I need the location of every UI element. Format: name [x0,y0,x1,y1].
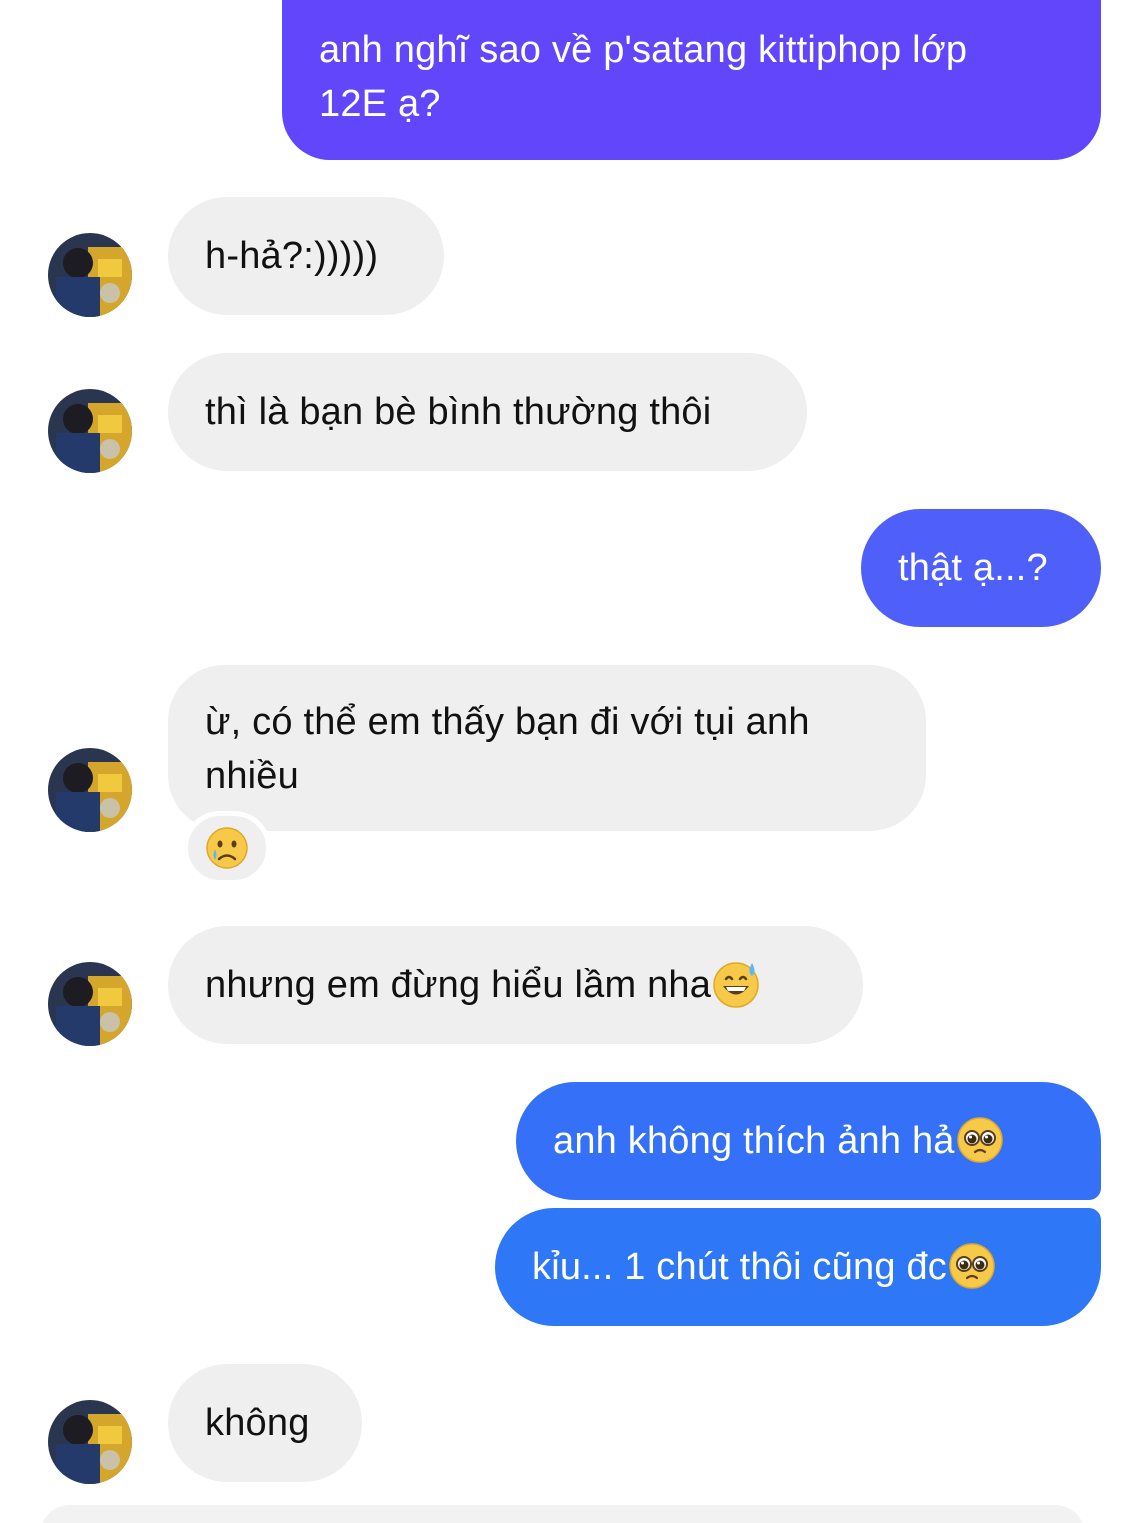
avatar[interactable] [48,233,132,317]
message-text: thật ạ...? [898,547,1048,589]
avatar-photo-icon [48,233,132,317]
message-text: nhưng em đừng hiểu lầm nha [205,964,712,1006]
crying-face-icon [206,827,248,869]
message-text: nhiều [205,755,299,797]
avatar[interactable] [48,748,132,832]
message-text: anh không thích ảnh hả [553,1120,955,1162]
message-text: kỉu... 1 chút thôi cũng đc [532,1246,947,1288]
grinning-sweat-icon [713,962,759,1008]
incoming-message[interactable]: h-hả?:))))) [168,197,444,315]
message-text: h-hả?:))))) [205,235,379,277]
outgoing-message[interactable]: anh nghĩ sao về p'satang kittiphop lớp 1… [282,0,1101,160]
incoming-message[interactable]: không [168,1364,362,1482]
avatar-photo-icon [48,748,132,832]
outgoing-message[interactable]: kỉu... 1 chút thôi cũng đc [495,1208,1101,1326]
pleading-face-icon [956,1117,1003,1163]
avatar-photo-icon [48,962,132,1046]
message-text: 12E ạ? [319,83,441,125]
message-text: anh nghĩ sao về p'satang kittiphop lớp [319,29,968,71]
avatar-photo-icon [48,1400,132,1484]
pleading-face-icon [949,1243,995,1289]
avatar[interactable] [48,962,132,1046]
chat-thread[interactable]: anh nghĩ sao về p'satang kittiphop lớp 1… [0,0,1125,1523]
message-reaction[interactable] [183,811,271,885]
message-text: không [205,1402,310,1444]
avatar[interactable] [48,1400,132,1484]
message-composer[interactable] [40,1505,1085,1523]
outgoing-message[interactable]: anh không thích ảnh hả [516,1082,1101,1200]
outgoing-message[interactable]: thật ạ...? [861,509,1101,627]
incoming-message[interactable]: thì là bạn bè bình thường thôi [168,353,807,471]
message-text: thì là bạn bè bình thường thôi [205,391,712,433]
avatar[interactable] [48,389,132,473]
incoming-message[interactable]: ừ, có thể em thấy bạn đi với tụi anh nhi… [168,665,926,831]
incoming-message[interactable]: nhưng em đừng hiểu lầm nha [168,926,863,1044]
avatar-photo-icon [48,389,132,473]
message-text: ừ, có thể em thấy bạn đi với tụi anh [205,701,810,743]
